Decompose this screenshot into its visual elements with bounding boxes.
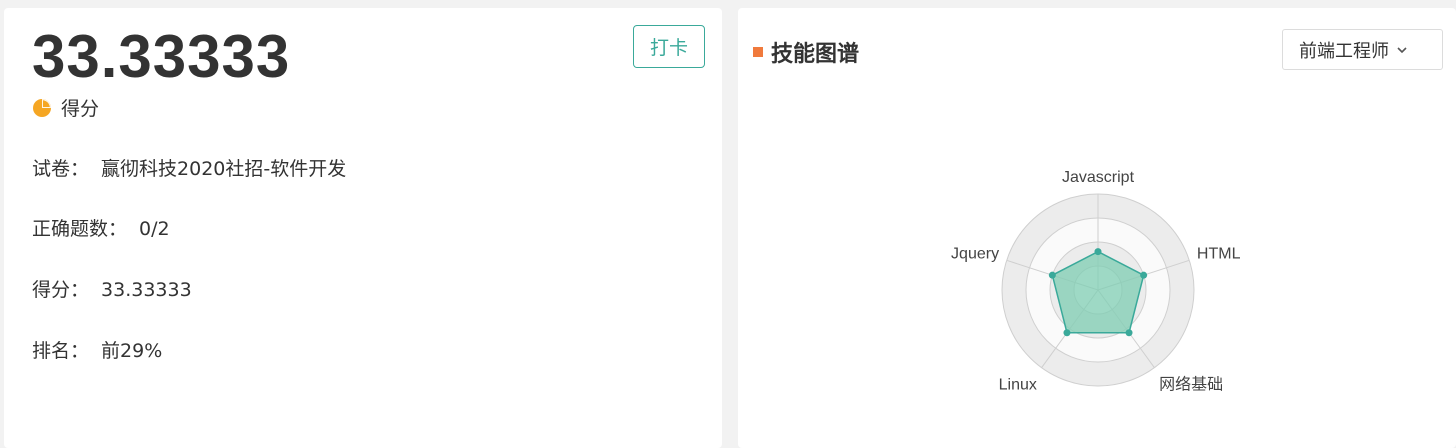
info-value: 赢彻科技2020社招-软件开发 xyxy=(101,158,347,180)
radar-axis-label: Linux xyxy=(999,377,1037,394)
info-value: 33.33333 xyxy=(101,279,192,301)
radar-axis-label: Javascript xyxy=(1062,169,1135,186)
skills-card: 技能图谱 前端工程师 Javascript HTML 网络基础 Linux Jquery xyxy=(738,8,1456,448)
info-key: 正确题数： xyxy=(32,218,128,240)
info-row-rank: 排名： 前29% xyxy=(32,336,162,363)
score-value: 33.33333 xyxy=(32,23,291,90)
info-row-score: 得分： 33.33333 xyxy=(32,275,192,302)
skill-radar-chart: Javascript HTML 网络基础 Linux Jquery xyxy=(951,169,1241,394)
radar-axis-label: 网络基础 xyxy=(1159,375,1223,394)
radar-axis-label: Jquery xyxy=(951,245,999,262)
info-value: 前29% xyxy=(101,340,163,362)
radar-point xyxy=(1063,329,1071,337)
radar-point xyxy=(1094,248,1102,256)
score-label: 得分 xyxy=(61,98,100,120)
info-row-paper: 试卷： 赢彻科技2020社招-软件开发 xyxy=(32,154,346,181)
info-key: 排名： xyxy=(32,340,90,362)
radar-axis-label: HTML xyxy=(1197,245,1241,262)
radar-point xyxy=(1048,271,1056,279)
radar-point xyxy=(1140,271,1148,279)
info-key: 试卷： xyxy=(32,158,90,180)
score-label-row: 得分 xyxy=(32,94,99,121)
radar-point xyxy=(1125,329,1133,337)
punch-in-button[interactable]: 打卡 xyxy=(633,25,705,68)
info-key: 得分： xyxy=(32,279,90,301)
pie-chart-icon xyxy=(33,98,51,117)
result-card: 33.33333 得分 打卡 试卷： 赢彻科技2020社招-软件开发 正确题数：… xyxy=(4,8,722,448)
info-row-correct: 正确题数： 0/2 xyxy=(32,214,170,241)
info-value: 0/2 xyxy=(139,218,170,240)
